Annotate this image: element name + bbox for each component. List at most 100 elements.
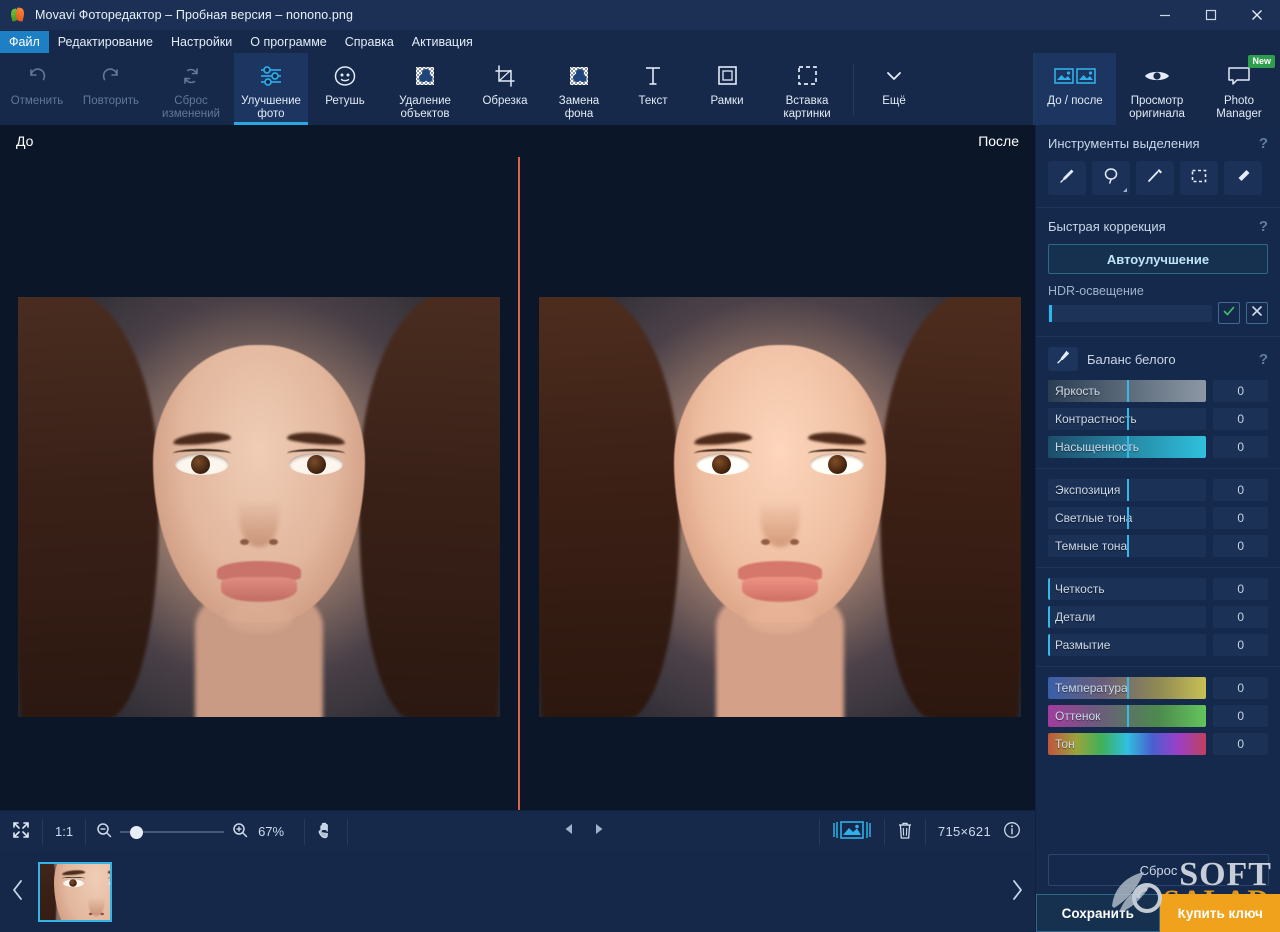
- slider-contrast[interactable]: Контрастность 0: [1048, 408, 1268, 430]
- tool-more[interactable]: Ещё: [857, 53, 931, 125]
- slider-details-value[interactable]: 0: [1213, 606, 1268, 628]
- actual-size-button[interactable]: 1:1: [43, 811, 85, 853]
- delete-image-button[interactable]: [885, 811, 925, 853]
- white-balance-picker-button[interactable]: [1048, 347, 1078, 371]
- slider-blur-value[interactable]: 0: [1213, 634, 1268, 656]
- tool-insert-image[interactable]: Вставка картинки: [764, 53, 850, 125]
- save-button[interactable]: Сохранить: [1036, 894, 1160, 932]
- slider-shadows-value[interactable]: 0: [1213, 535, 1268, 557]
- menu-item-about[interactable]: О программе: [241, 31, 335, 53]
- zoom-in-icon[interactable]: [232, 822, 248, 841]
- slider-highlights-knob[interactable]: [1127, 507, 1129, 529]
- menu-item-file[interactable]: Файл: [0, 31, 49, 53]
- slider-highlights[interactable]: Светлые тона 0: [1048, 507, 1268, 529]
- slider-exposure-knob[interactable]: [1127, 479, 1129, 501]
- quick-correction-help-icon[interactable]: ?: [1259, 218, 1268, 235]
- hdr-slider[interactable]: [1048, 305, 1212, 322]
- slider-tone-value[interactable]: 0: [1213, 733, 1268, 755]
- hdr-cancel-button[interactable]: [1246, 302, 1268, 324]
- hdr-slider-knob[interactable]: [1049, 305, 1052, 322]
- slider-saturation-knob[interactable]: [1127, 436, 1129, 458]
- tool-background-change[interactable]: Замена фона: [542, 53, 616, 125]
- tool-frames[interactable]: Рамки: [690, 53, 764, 125]
- reset-button[interactable]: Сброс: [1048, 854, 1269, 886]
- slider-tint-knob[interactable]: [1127, 705, 1129, 727]
- reset-changes-button[interactable]: Сброс изменений: [148, 53, 234, 125]
- slider-shadows[interactable]: Темные тона 0: [1048, 535, 1268, 557]
- brush-select-tool[interactable]: [1048, 161, 1086, 195]
- slider-contrast-knob[interactable]: [1127, 408, 1129, 430]
- slider-tone-knob[interactable]: [1127, 733, 1129, 755]
- image-before[interactable]: [18, 297, 500, 717]
- before-after-button[interactable]: До / после: [1034, 53, 1116, 125]
- prev-image-button[interactable]: [554, 822, 584, 841]
- slider-shadows-track[interactable]: Темные тона: [1048, 535, 1206, 557]
- redo-button[interactable]: Повторить: [74, 53, 148, 125]
- slider-blur-knob[interactable]: [1048, 634, 1050, 656]
- slider-sharpness-value[interactable]: 0: [1213, 578, 1268, 600]
- slider-brightness-value[interactable]: 0: [1213, 380, 1268, 402]
- slider-brightness[interactable]: Яркость 0: [1048, 380, 1268, 402]
- image-after[interactable]: [539, 297, 1021, 717]
- tool-text[interactable]: Текст: [616, 53, 690, 125]
- slider-exposure-track[interactable]: Экспозиция: [1048, 479, 1206, 501]
- slider-tint-value[interactable]: 0: [1213, 705, 1268, 727]
- menu-item-edit[interactable]: Редактирование: [49, 31, 162, 53]
- slider-tint[interactable]: Оттенок 0: [1048, 705, 1268, 727]
- zoom-slider[interactable]: [120, 825, 224, 839]
- buy-key-button[interactable]: Купить ключ: [1160, 894, 1280, 932]
- compare-images-button[interactable]: [820, 811, 884, 853]
- slider-brightness-knob[interactable]: [1127, 380, 1129, 402]
- tool-crop[interactable]: Обрезка: [468, 53, 542, 125]
- maximize-icon[interactable]: [1188, 0, 1234, 30]
- slider-temperature-value[interactable]: 0: [1213, 677, 1268, 699]
- selection-help-icon[interactable]: ?: [1259, 135, 1268, 152]
- rectangle-select-tool[interactable]: [1180, 161, 1218, 195]
- next-image-button[interactable]: [584, 822, 614, 841]
- slider-blur-track[interactable]: Размытие: [1048, 634, 1206, 656]
- slider-details-knob[interactable]: [1048, 606, 1050, 628]
- magic-wand-tool[interactable]: [1136, 161, 1174, 195]
- minimize-icon[interactable]: [1142, 0, 1188, 30]
- slider-exposure-value[interactable]: 0: [1213, 479, 1268, 501]
- menu-item-activation[interactable]: Активация: [403, 31, 482, 53]
- filmstrip-thumbnail[interactable]: [38, 862, 112, 922]
- close-icon[interactable]: [1234, 0, 1280, 30]
- slider-saturation-value[interactable]: 0: [1213, 436, 1268, 458]
- slider-temperature-knob[interactable]: [1127, 677, 1129, 699]
- slider-contrast-track[interactable]: Контрастность: [1048, 408, 1206, 430]
- zoom-slider-knob[interactable]: [130, 826, 143, 839]
- slider-shadows-knob[interactable]: [1127, 535, 1129, 557]
- slider-saturation[interactable]: Насыщенность 0: [1048, 436, 1268, 458]
- image-info-button[interactable]: [1003, 811, 1035, 853]
- slider-exposure[interactable]: Экспозиция 0: [1048, 479, 1268, 501]
- slider-tone[interactable]: Тон 0: [1048, 733, 1268, 755]
- slider-highlights-value[interactable]: 0: [1213, 507, 1268, 529]
- hdr-apply-button[interactable]: [1218, 302, 1240, 324]
- slider-saturation-track[interactable]: Насыщенность: [1048, 436, 1206, 458]
- menu-item-help[interactable]: Справка: [336, 31, 403, 53]
- canvas-area[interactable]: [0, 157, 1035, 810]
- hand-tool-button[interactable]: [305, 811, 347, 853]
- menu-item-settings[interactable]: Настройки: [162, 31, 241, 53]
- photo-manager-button[interactable]: New Photo Manager: [1198, 53, 1280, 125]
- fit-screen-button[interactable]: [0, 811, 42, 853]
- tool-photo-enhancement[interactable]: Улучшение фото: [234, 53, 308, 125]
- slider-brightness-track[interactable]: Яркость: [1048, 380, 1206, 402]
- filmstrip-prev-button[interactable]: [0, 852, 36, 932]
- slider-details-track[interactable]: Детали: [1048, 606, 1206, 628]
- tool-retouch[interactable]: Ретушь: [308, 53, 382, 125]
- auto-enhance-button[interactable]: Автоулучшение: [1048, 244, 1268, 274]
- view-original-button[interactable]: Просмотр оригинала: [1116, 53, 1198, 125]
- slider-contrast-value[interactable]: 0: [1213, 408, 1268, 430]
- compare-split-handle[interactable]: [518, 157, 520, 810]
- slider-highlights-track[interactable]: Светлые тона: [1048, 507, 1206, 529]
- filmstrip-next-button[interactable]: [999, 852, 1035, 932]
- slider-tone-track[interactable]: Тон: [1048, 733, 1206, 755]
- zoom-out-icon[interactable]: [96, 822, 112, 841]
- eraser-tool[interactable]: [1224, 161, 1262, 195]
- tool-object-removal[interactable]: Удаление объектов: [382, 53, 468, 125]
- lasso-select-tool[interactable]: [1092, 161, 1130, 195]
- slider-tint-track[interactable]: Оттенок: [1048, 705, 1206, 727]
- slider-blur[interactable]: Размытие 0: [1048, 634, 1268, 656]
